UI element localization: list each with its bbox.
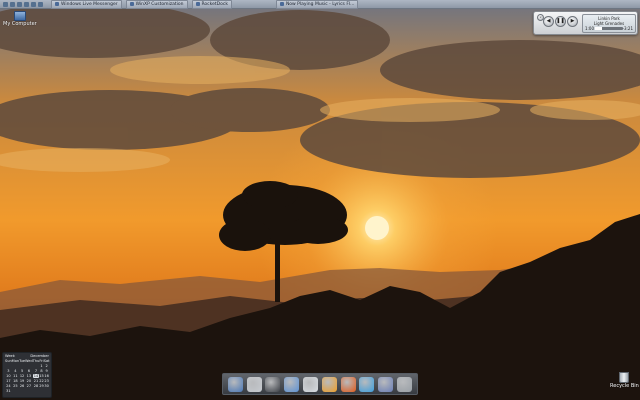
calendar-day[interactable]: 14: [32, 374, 40, 378]
computer-icon: [13, 11, 26, 21]
recycle-bin-label: Recycle Bin: [610, 383, 639, 389]
calendar-widget: Week December Sun Mon Tue Wed Thu Fri Sat 1 2 3 4 5…: [2, 352, 52, 398]
calendar-day[interactable]: 9: [44, 369, 50, 373]
calendar-weekday: Wed: [25, 359, 33, 363]
calendar-day: [12, 364, 19, 368]
calendar-weekday: Sat: [43, 359, 50, 363]
chrome-ball-dock-icon[interactable]: [303, 376, 319, 392]
calendar-day[interactable]: 6: [25, 369, 33, 373]
recycle-bin-shortcut[interactable]: Recycle Bin: [610, 372, 639, 389]
calendar-day: [33, 364, 40, 368]
calendar-day[interactable]: 25: [12, 384, 19, 388]
calendar-day[interactable]: 31: [5, 389, 12, 393]
messenger-icon: [55, 2, 59, 6]
dock-icon: [195, 2, 200, 6]
taskbar-button-label: RocketDock: [201, 1, 228, 7]
calendar-day[interactable]: 23: [44, 379, 50, 383]
calendar-day: [12, 389, 19, 393]
calendar-day[interactable]: 24: [5, 384, 12, 388]
taskbar-button[interactable]: Now Playing Music - Lyrics Fl...: [275, 0, 359, 9]
calendar-day[interactable]: 27: [25, 384, 33, 388]
my-computer-shortcut[interactable]: My Computer: [3, 11, 37, 27]
media-icon[interactable]: [24, 1, 29, 7]
trash-dock-icon[interactable]: [397, 376, 413, 392]
calendar-day[interactable]: 20: [25, 379, 33, 383]
calendar-grid: Sun Mon Tue Wed Thu Fri Sat 1 2 3 4 5 6 7 8 9 10 11 12 13 14…: [3, 359, 51, 393]
calendar-day[interactable]: 16: [44, 374, 50, 378]
taskbar-button-label: Windows Live Messenger: [61, 1, 118, 7]
vlc-dock-icon[interactable]: [359, 376, 375, 392]
firefox-dock-icon[interactable]: [340, 376, 356, 392]
remaining-time: -3:21: [622, 26, 633, 31]
calendar-day[interactable]: 17: [5, 379, 12, 383]
calendar-day: [5, 364, 12, 368]
folder-icon[interactable]: [17, 1, 22, 7]
safari-dock-icon[interactable]: [321, 376, 337, 392]
taskbar-button-label: Now Playing Music - Lyrics Fl...: [285, 1, 355, 7]
calendar-day[interactable]: 28: [33, 384, 40, 388]
taskbar: Windows Live Messenger WinXP Customizati…: [0, 0, 640, 9]
messenger-icon[interactable]: [31, 1, 36, 7]
quick-launch: [3, 1, 43, 7]
paw-dock-icon[interactable]: [265, 376, 281, 392]
application-dock: [222, 373, 418, 395]
track-progress-fill: [595, 27, 602, 30]
taskbar-button[interactable]: Windows Live Messenger: [51, 0, 122, 9]
explorer-icon[interactable]: [38, 1, 43, 7]
folder-icon: [129, 2, 134, 6]
calendar-month: December: [30, 354, 49, 358]
calendar-week-label: Week: [5, 354, 15, 358]
calendar-day[interactable]: 7: [33, 369, 40, 373]
calendar-day: [25, 364, 33, 368]
calendar-day[interactable]: 30: [44, 384, 50, 388]
calendar-weekday: Thu: [32, 359, 40, 363]
next-track-button[interactable]: ▶: [567, 16, 578, 27]
apple-dock-icon[interactable]: [246, 376, 262, 392]
calendar-weekday: Sun: [5, 359, 12, 363]
sunset-landscape: [0, 0, 640, 400]
calendar-day[interactable]: 2: [44, 364, 50, 368]
pause-button[interactable]: ❚❚: [555, 16, 566, 27]
music-player-widget: × ◀ ❚❚ ▶ Linkin Park Light Grenades 1:00…: [533, 11, 638, 35]
tools-dock-icon[interactable]: [378, 376, 394, 392]
taskbar-button[interactable]: WinXP Customization: [125, 0, 188, 9]
taskbar-button[interactable]: RocketDock: [191, 0, 232, 9]
my-computer-label: My Computer: [3, 21, 37, 27]
desktop-wallpaper: [0, 0, 640, 400]
browser-icon[interactable]: [10, 1, 15, 7]
show-desktop-icon[interactable]: [3, 1, 8, 7]
recycle-bin-icon: [619, 372, 630, 383]
track-progress-bar[interactable]: [595, 27, 623, 30]
media-player-icon: [279, 2, 284, 6]
calendar-day[interactable]: 11: [12, 374, 19, 378]
calendar-weekday: Mon: [11, 359, 20, 363]
calendar-day[interactable]: 13: [25, 374, 33, 378]
calendar-day[interactable]: 4: [12, 369, 19, 373]
calendar-day[interactable]: 21: [33, 379, 40, 383]
my-computer-dock-icon[interactable]: [227, 376, 243, 392]
previous-track-button[interactable]: ◀: [543, 16, 554, 27]
calendar-day[interactable]: 10: [5, 374, 12, 378]
calendar-day[interactable]: 3: [5, 369, 12, 373]
calendar-day[interactable]: 18: [12, 379, 19, 383]
elapsed-time: 1:00: [585, 26, 594, 31]
taskbar-button-label: WinXP Customization: [135, 1, 184, 7]
player-display: Linkin Park Light Grenades 1:00 -3:21: [582, 14, 636, 33]
wing-dock-icon[interactable]: [284, 376, 300, 392]
